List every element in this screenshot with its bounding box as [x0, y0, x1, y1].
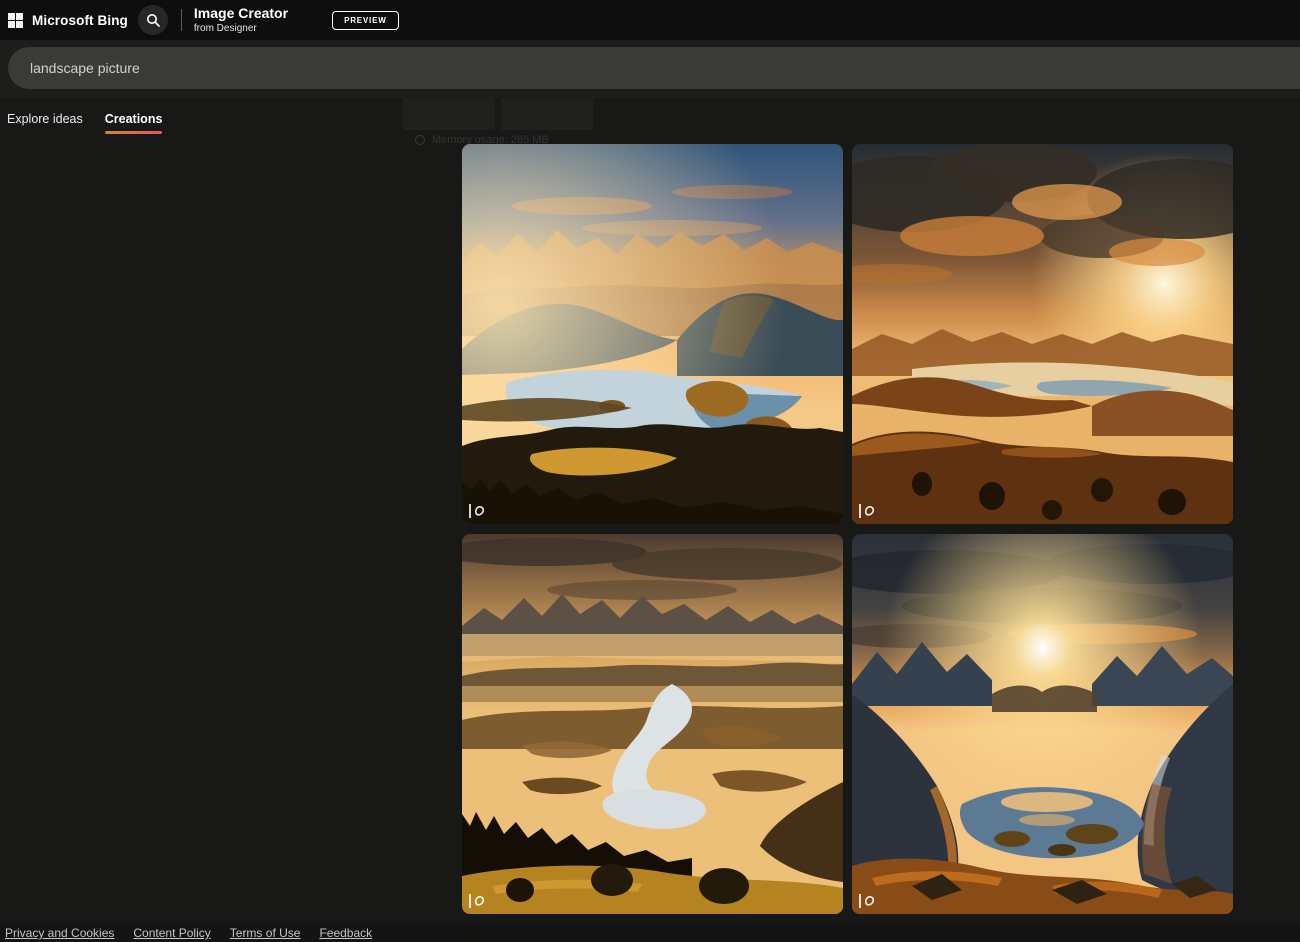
bing-home-link[interactable]: Microsoft Bing — [8, 13, 128, 28]
search-icon — [146, 13, 160, 27]
footer: Privacy and Cookies Content Policy Terms… — [0, 924, 1300, 942]
footer-link-content-policy[interactable]: Content Policy — [133, 926, 210, 940]
footer-link-feedback[interactable]: Feedback — [319, 926, 372, 940]
landscape-art-2 — [852, 144, 1233, 524]
bing-watermark-icon — [468, 503, 488, 519]
prompt-search-input[interactable] — [8, 47, 1300, 89]
top-header: Microsoft Bing Image Creator from Design… — [0, 0, 1300, 40]
brand-text: Microsoft Bing — [32, 13, 128, 28]
active-tab-underline — [105, 131, 163, 134]
header-divider — [181, 9, 182, 31]
bing-image-creator-page: Memory usage: 285 MB Microsoft Bing Imag… — [0, 0, 1300, 942]
creations-grid — [462, 144, 1233, 914]
app-title: Image Creator — [194, 6, 288, 21]
footer-link-terms[interactable]: Terms of Use — [230, 926, 301, 940]
footer-link-privacy[interactable]: Privacy and Cookies — [5, 926, 114, 940]
search-button[interactable] — [138, 5, 168, 35]
info-ring-icon — [415, 135, 425, 145]
landscape-art-1 — [462, 144, 843, 524]
app-title-block[interactable]: Image Creator from Designer — [194, 6, 288, 33]
landscape-art-4 — [852, 534, 1233, 914]
bing-watermark-icon — [858, 893, 878, 909]
tab-explore-ideas[interactable]: Explore ideas — [7, 112, 83, 134]
bing-watermark-icon — [858, 503, 878, 519]
generated-image-4[interactable] — [852, 534, 1233, 914]
microsoft-logo-icon — [8, 13, 23, 28]
search-row — [0, 40, 1300, 98]
gallery-tabs: Explore ideas Creations — [7, 112, 162, 134]
tab-creations[interactable]: Creations — [105, 112, 163, 134]
bing-watermark-icon — [468, 893, 488, 909]
generated-image-3[interactable] — [462, 534, 843, 914]
app-subtitle: from Designer — [194, 23, 288, 34]
preview-badge: PREVIEW — [332, 11, 399, 30]
generated-image-2[interactable] — [852, 144, 1233, 524]
generated-image-1[interactable] — [462, 144, 843, 524]
landscape-art-3 — [462, 534, 843, 914]
